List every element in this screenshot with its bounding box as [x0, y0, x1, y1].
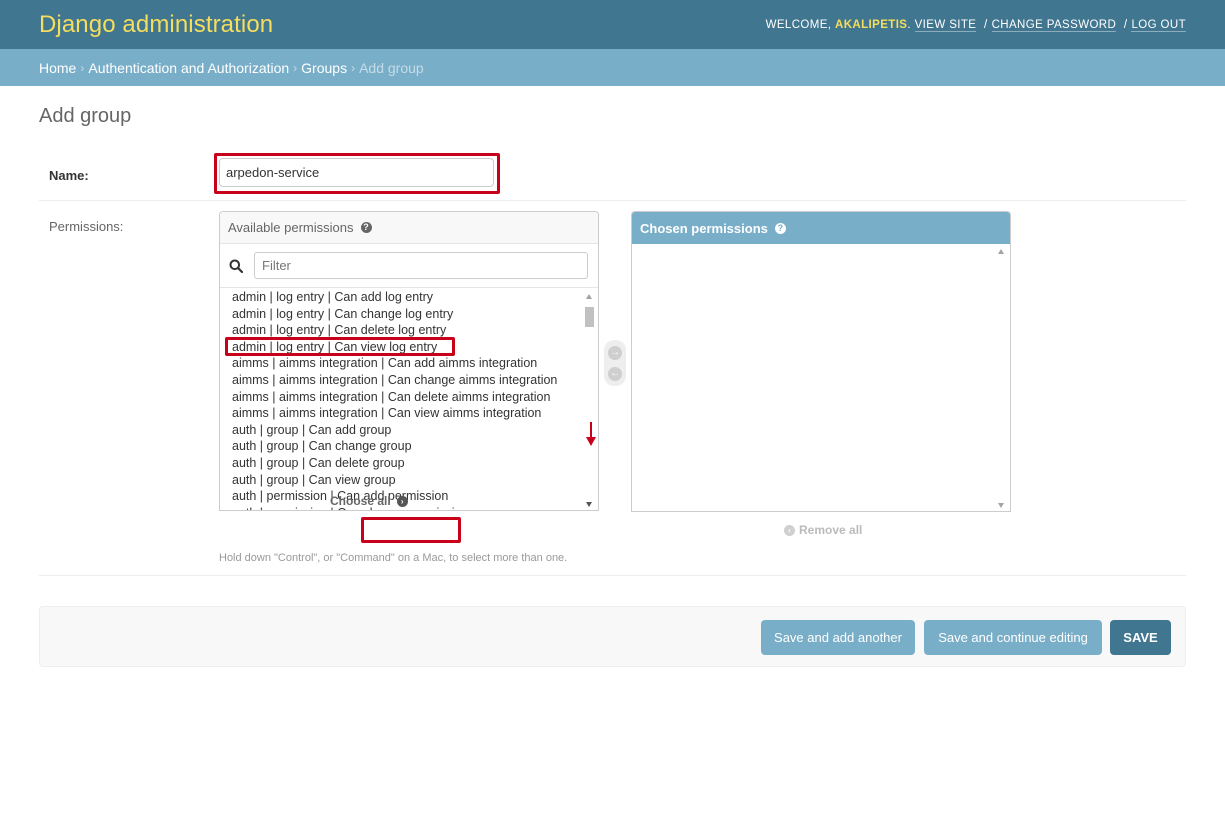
name-label: Name:: [49, 168, 89, 183]
user-tools: WELCOME, AKALIPETIS. VIEW SITE / CHANGE P…: [765, 18, 1186, 32]
permission-option[interactable]: aimms | aimms integration | Can delete a…: [220, 389, 583, 406]
arrow-left-icon: ←: [610, 368, 620, 379]
permission-option[interactable]: auth | group | Can change group: [220, 438, 583, 455]
chosen-list-scrollbar[interactable]: [993, 244, 1010, 511]
user-tools-separator: /: [983, 18, 988, 31]
breadcrumb-home[interactable]: Home: [39, 60, 76, 76]
choose-all-button[interactable]: Choose all ›: [330, 494, 408, 508]
available-permissions-header: Available permissions ?: [220, 212, 598, 244]
user-tools-separator: /: [1123, 18, 1128, 31]
available-permissions-title: Available permissions: [228, 220, 354, 235]
remove-all-button[interactable]: ‹ Remove all: [784, 523, 862, 537]
breadcrumb-separator: ›: [293, 60, 298, 75]
scroll-thumb[interactable]: [585, 307, 594, 327]
permission-option[interactable]: auth | group | Can delete group: [220, 455, 583, 472]
breadcrumb-groups[interactable]: Groups: [301, 60, 347, 76]
filter-input[interactable]: [254, 252, 588, 279]
breadcrumb-current: Add group: [359, 59, 424, 76]
arrow-right-icon: →: [610, 347, 620, 358]
submit-row: Save and add another Save and continue e…: [39, 606, 1186, 667]
permission-option[interactable]: admin | log entry | Can view log entry: [220, 339, 583, 356]
log-out-link[interactable]: LOG OUT: [1131, 18, 1186, 32]
help-text: Hold down "Control", or "Command" on a M…: [219, 552, 568, 564]
red-down-arrow-icon: [586, 422, 596, 446]
chosen-permissions-header: Chosen permissions ?: [632, 212, 1010, 244]
available-list-scrollbar[interactable]: [581, 289, 598, 510]
divider: [39, 575, 1186, 576]
help-icon[interactable]: ?: [774, 222, 786, 234]
page-title: Add group: [39, 105, 132, 127]
permission-option[interactable]: auth | group | Can view group: [220, 472, 583, 489]
remove-selected-button[interactable]: ←: [608, 367, 622, 381]
save-and-add-another-button[interactable]: Save and add another: [761, 620, 915, 655]
breadcrumb-app[interactable]: Authentication and Authorization: [88, 60, 289, 76]
breadcrumb-separator: ›: [80, 60, 85, 75]
choose-all-label: Choose all: [330, 494, 391, 508]
permission-option[interactable]: aimms | aimms integration | Can change a…: [220, 372, 583, 389]
permission-option[interactable]: admin | log entry | Can add log entry: [220, 289, 583, 306]
help-icon[interactable]: ?: [360, 222, 372, 233]
username: AKALIPETIS: [835, 18, 908, 31]
scroll-up-arrow-icon[interactable]: [586, 294, 592, 299]
name-field[interactable]: [219, 158, 494, 187]
scroll-up-arrow-icon[interactable]: [998, 249, 1004, 254]
breadcrumb: Home › Authentication and Authorization …: [0, 49, 1225, 86]
arrow-right-circle-icon: ›: [396, 496, 408, 508]
view-site-link[interactable]: VIEW SITE: [914, 18, 977, 32]
save-button[interactable]: SAVE: [1110, 620, 1171, 655]
permission-option[interactable]: auth | group | Can add group: [220, 422, 583, 439]
permissions-row: Permissions: Available permissions ? adm…: [39, 201, 1186, 576]
username-suffix: .: [907, 18, 911, 31]
site-title[interactable]: Django administration: [39, 11, 273, 39]
chosen-permissions-list[interactable]: [632, 244, 995, 511]
permissions-label: Permissions:: [49, 219, 124, 234]
available-permissions-list[interactable]: admin | log entry | Can add log entry adm…: [220, 289, 583, 510]
search-icon: [229, 259, 243, 273]
scroll-down-arrow-icon[interactable]: [998, 503, 1004, 508]
add-selected-button[interactable]: →: [608, 346, 622, 360]
content: Add group Name: Permissions: Available p…: [0, 86, 1225, 833]
chosen-permissions-box: Chosen permissions ?: [631, 211, 1011, 512]
header: Django administration WELCOME, AKALIPETI…: [0, 0, 1225, 49]
change-password-link[interactable]: CHANGE PASSWORD: [991, 18, 1117, 32]
welcome-label: WELCOME,: [765, 18, 832, 31]
permission-option[interactable]: admin | log entry | Can delete log entry: [220, 322, 583, 339]
name-row: Name:: [39, 150, 1186, 201]
available-permissions-box: Available permissions ? admin | log entr…: [219, 211, 599, 511]
permission-option[interactable]: aimms | aimms integration | Can view aim…: [220, 405, 583, 422]
scroll-down-arrow-icon[interactable]: [586, 502, 592, 507]
remove-all-label: Remove all: [799, 523, 863, 537]
permission-option[interactable]: aimms | aimms integration | Can add aimm…: [220, 355, 583, 372]
selector-chooser: → ←: [604, 340, 626, 386]
arrow-left-circle-icon: ‹: [784, 525, 795, 537]
permission-option[interactable]: admin | log entry | Can change log entry: [220, 306, 583, 323]
filter-bar: [220, 244, 598, 288]
chosen-permissions-title: Chosen permissions: [640, 220, 768, 236]
breadcrumb-separator: ›: [351, 60, 356, 75]
save-and-continue-button[interactable]: Save and continue editing: [924, 620, 1102, 655]
